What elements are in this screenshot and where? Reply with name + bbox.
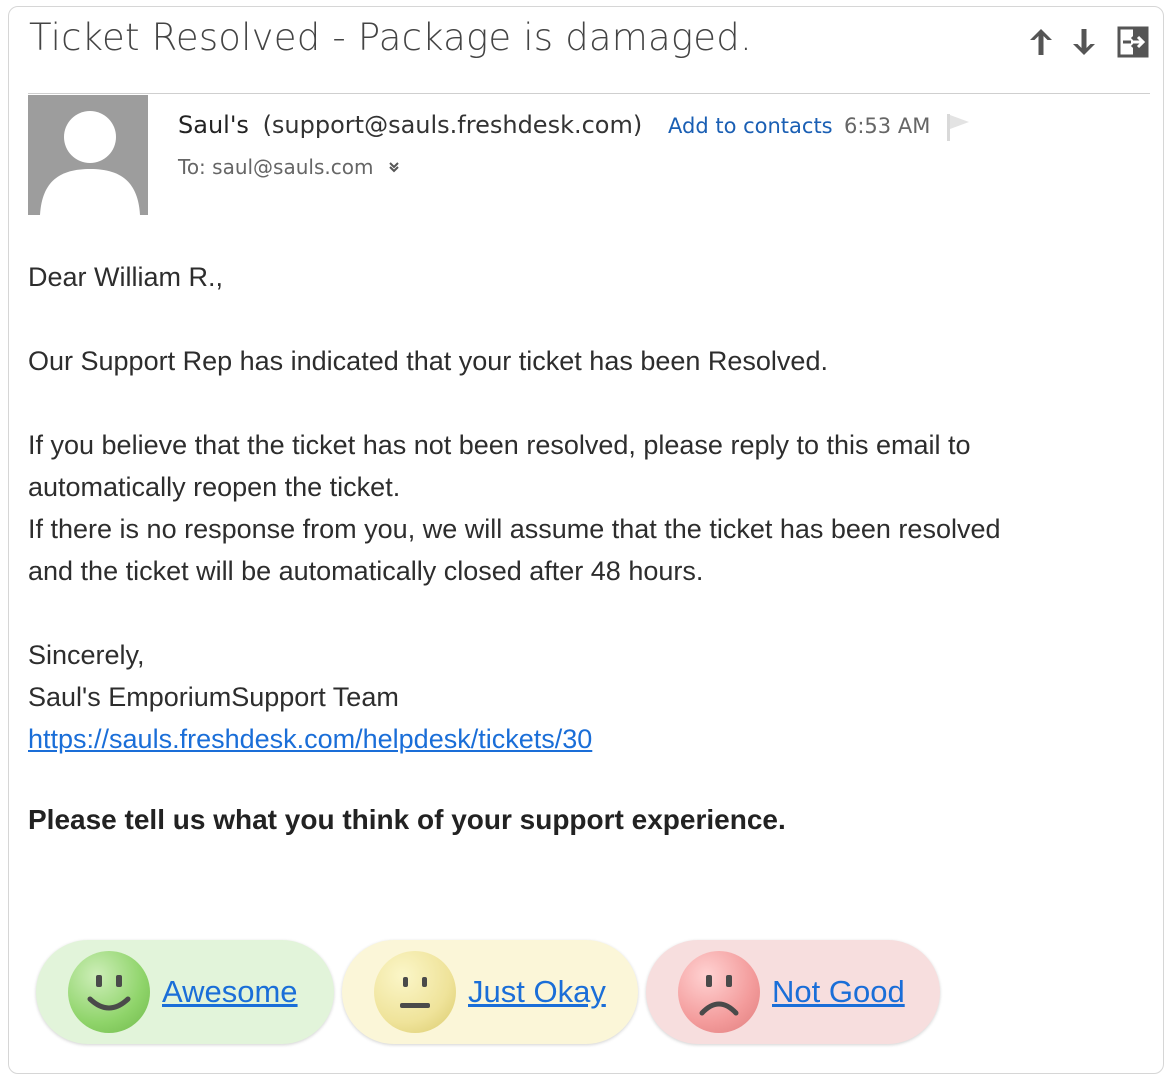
arrow-up-icon bbox=[1030, 29, 1052, 55]
email-subject: Ticket Resolved - Package is damaged. bbox=[29, 16, 752, 59]
rating-not-good-button[interactable]: Not Good bbox=[646, 940, 940, 1044]
received-time: 6:53 AM bbox=[844, 114, 931, 138]
avatar bbox=[28, 95, 148, 215]
feedback-prompt: Please tell us what you think of your su… bbox=[28, 804, 786, 835]
expand-recipients-icon[interactable] bbox=[388, 161, 400, 177]
next-message-button[interactable] bbox=[1064, 22, 1104, 62]
greeting: Dear William R., bbox=[28, 262, 224, 292]
body-line-close-2: and the ticket will be automatically clo… bbox=[28, 556, 704, 586]
previous-message-button[interactable] bbox=[1021, 22, 1061, 62]
body-line-resolved: Our Support Rep has indicated that your … bbox=[28, 346, 828, 376]
rating-awesome-button[interactable]: Awesome bbox=[36, 940, 334, 1044]
smile-face-icon bbox=[68, 951, 150, 1033]
body-line-close-1: If there is no response from you, we wil… bbox=[28, 514, 1001, 544]
recipient-line: To: saul@sauls.com bbox=[178, 155, 400, 179]
arrow-down-icon bbox=[1073, 29, 1095, 55]
rating-not-good-label: Not Good bbox=[772, 974, 905, 1009]
rating-just-okay-label: Just Okay bbox=[468, 974, 606, 1009]
sender: Saul's (support@sauls.freshdesk.com) bbox=[178, 111, 642, 139]
body-line-reopen-2: automatically reopen the ticket. bbox=[28, 472, 401, 502]
sender-email: (support@sauls.freshdesk.com) bbox=[262, 111, 643, 139]
add-to-contacts-link[interactable]: Add to contacts bbox=[668, 114, 833, 138]
neutral-face-icon bbox=[374, 951, 456, 1033]
flag-button[interactable] bbox=[944, 112, 972, 142]
person-silhouette-icon bbox=[40, 111, 140, 215]
signoff: Sincerely, bbox=[28, 640, 145, 670]
sad-face-icon bbox=[678, 951, 760, 1033]
popout-button[interactable] bbox=[1113, 22, 1153, 62]
team-signature: Saul's EmporiumSupport Team bbox=[28, 682, 399, 712]
ticket-link[interactable]: https://sauls.freshdesk.com/helpdesk/tic… bbox=[28, 718, 592, 760]
rating-awesome-label: Awesome bbox=[162, 974, 298, 1009]
popout-icon bbox=[1117, 26, 1149, 58]
recipient-text: To: saul@sauls.com bbox=[178, 155, 374, 179]
flag-icon bbox=[947, 114, 969, 141]
rating-just-okay-button[interactable]: Just Okay bbox=[342, 940, 638, 1044]
body-line-reopen-1: If you believe that the ticket has not b… bbox=[28, 430, 971, 460]
header-divider bbox=[28, 93, 1150, 94]
sender-name: Saul's bbox=[178, 111, 249, 139]
